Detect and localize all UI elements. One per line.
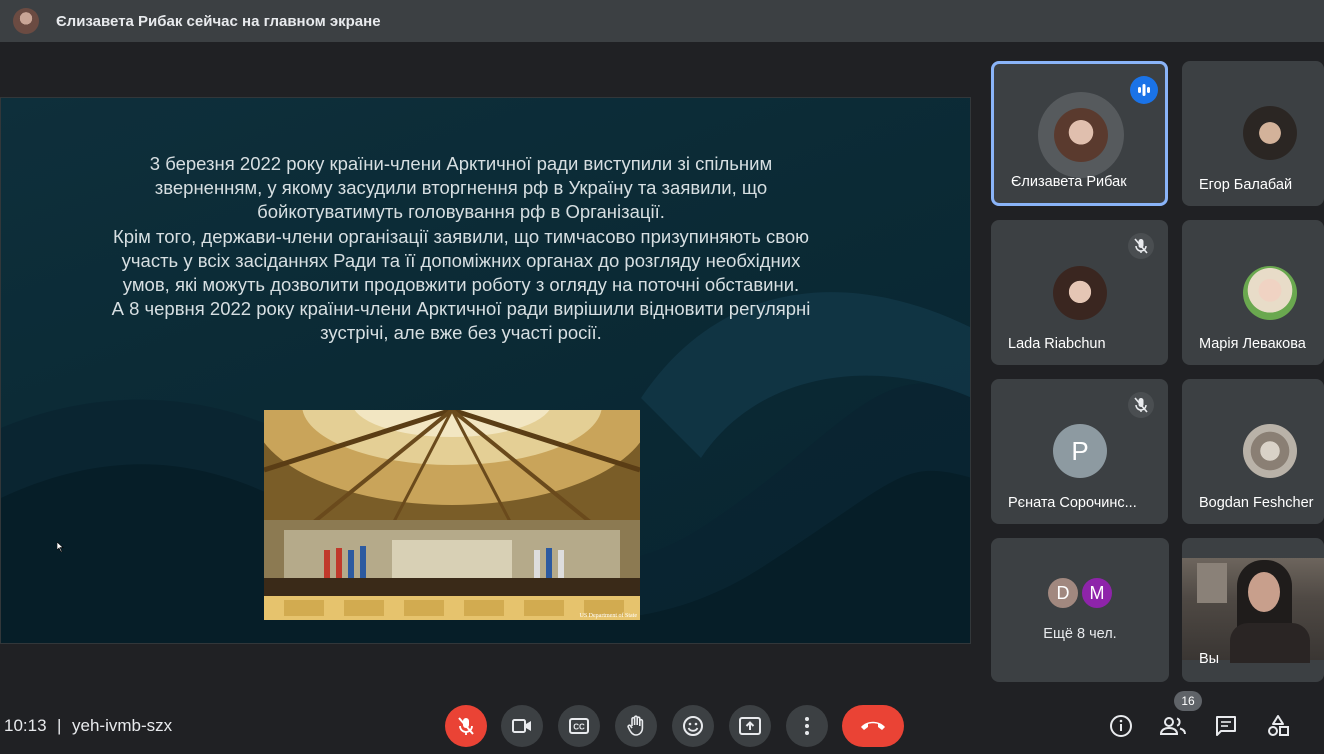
participant-tile[interactable]: P Рєната Сорочинс... — [991, 379, 1168, 524]
chat-icon — [1216, 716, 1236, 736]
participant-tile[interactable]: Егор Балабай — [1182, 61, 1324, 206]
meeting-code: yeh-ivmb-szx — [72, 716, 173, 735]
participant-name: Вы — [1199, 651, 1220, 667]
avatar — [1243, 424, 1297, 478]
camera-toggle-button[interactable] — [501, 705, 543, 747]
footer-separator: | — [57, 716, 62, 735]
self-view-tile[interactable]: Вы — [1182, 538, 1324, 682]
avatar — [1053, 266, 1107, 320]
letter-avatar: P — [1053, 424, 1107, 478]
activities-icon — [1268, 715, 1289, 736]
council-hall-illustration — [264, 410, 640, 620]
hand-icon — [627, 715, 644, 736]
participant-name: Lada Riabchun — [1008, 336, 1106, 352]
mic-off-icon — [1128, 392, 1154, 418]
slide-paragraph: Крім того, держави-члени організації зая… — [112, 225, 810, 296]
people-button[interactable] — [1157, 710, 1189, 742]
hang-up-icon — [861, 721, 885, 730]
presentation-slide: 3 березня 2022 року країни-члени Арктичн… — [0, 97, 971, 644]
participant-count-badge: 16 — [1174, 691, 1202, 711]
slide-text: 3 березня 2022 року країни-члени Арктичн… — [111, 152, 811, 346]
svg-text:CC: CC — [573, 723, 585, 732]
meeting-details-button[interactable] — [1105, 710, 1137, 742]
captions-button[interactable]: CC — [558, 705, 600, 747]
current-time: 10:13 — [4, 716, 47, 735]
participant-tile[interactable]: Lada Riabchun — [991, 220, 1168, 365]
presenter-avatar — [13, 8, 39, 34]
participant-name: Єлизавета Рибак — [1011, 174, 1127, 190]
small-avatar: D — [1046, 576, 1080, 610]
avatar — [1243, 106, 1297, 160]
participant-tile[interactable]: Bogdan Feshcher — [1182, 379, 1324, 524]
leave-call-button[interactable] — [842, 705, 904, 747]
more-participants-tile[interactable]: D M Ещё 8 чел. — [991, 538, 1169, 682]
slide-paragraph: А 8 червня 2022 року країни-члени Арктич… — [111, 298, 811, 344]
presenting-text: Єлизавета Рибак сейчас на главном экране — [56, 12, 381, 30]
participant-name: Марія Левакова — [1199, 336, 1306, 352]
participant-name: Рєната Сорочинс... — [1008, 495, 1137, 511]
speaking-indicator-icon — [1130, 76, 1158, 104]
camera-icon — [512, 719, 531, 733]
present-screen-button[interactable] — [729, 705, 771, 747]
mic-toggle-button[interactable] — [445, 705, 487, 747]
council-hall-photo: US Department of State — [264, 410, 640, 620]
reactions-button[interactable] — [672, 705, 714, 747]
participant-tile[interactable]: Марія Левакова — [1182, 220, 1324, 365]
present-icon — [739, 717, 761, 735]
slide-paragraph: 3 березня 2022 року країни-члени Арктичн… — [149, 153, 773, 223]
mouse-cursor-icon — [57, 542, 64, 552]
people-icon — [1160, 717, 1186, 735]
info-icon — [1110, 715, 1132, 737]
photo-credit: US Department of State — [579, 613, 638, 619]
chat-button[interactable] — [1210, 710, 1242, 742]
participant-name: Егор Балабай — [1199, 177, 1293, 193]
activities-button[interactable] — [1262, 710, 1294, 742]
participant-name: Bogdan Feshcher — [1199, 495, 1314, 511]
emoji-icon — [683, 716, 703, 736]
self-video — [1182, 558, 1324, 663]
participant-tile[interactable]: Єлизавета Рибак — [991, 61, 1168, 206]
avatar — [1054, 108, 1108, 162]
mic-off-icon — [1128, 233, 1154, 259]
captions-icon: CC — [569, 718, 589, 734]
presenting-banner: Єлизавета Рибак сейчас на главном экране — [0, 0, 1324, 42]
more-participants-text: Ещё 8 чел. — [1043, 626, 1117, 642]
mic-off-icon — [458, 717, 474, 735]
avatar — [1243, 266, 1297, 320]
more-options-button[interactable] — [786, 705, 828, 747]
small-avatar: M — [1080, 576, 1114, 610]
raise-hand-button[interactable] — [615, 705, 657, 747]
more-vert-icon — [805, 717, 809, 735]
